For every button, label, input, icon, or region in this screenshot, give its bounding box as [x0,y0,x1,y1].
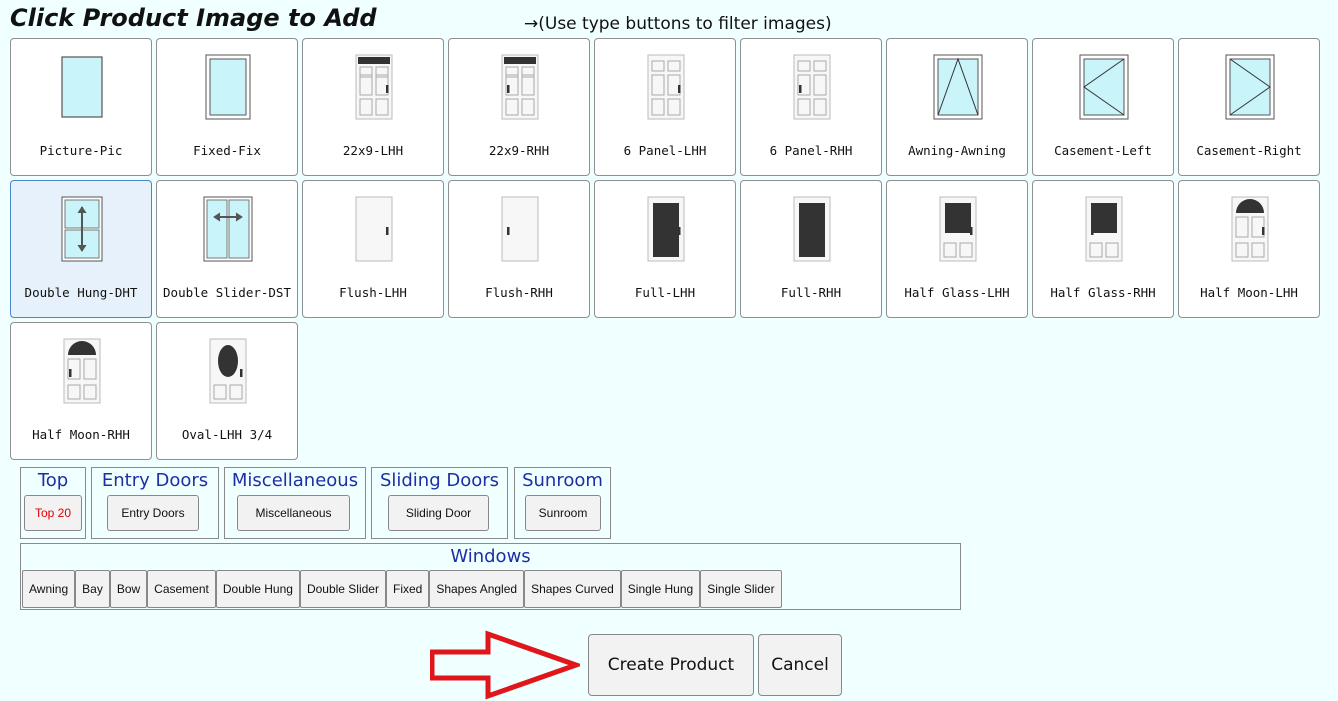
category-windows-title: Windows [450,546,531,567]
flush-door-left-icon [355,196,393,262]
windows-filter-button[interactable]: Fixed [385,570,430,608]
category-entry-doors: Entry Doors Entry Doors [91,467,219,539]
product-label: Double Hung-DHT [24,284,138,300]
top-20-button[interactable]: Top 20 [24,495,82,531]
category-sunroom-title: Sunroom [522,470,603,491]
fixed-window-icon [205,54,251,120]
oval-door-left-icon [209,338,247,404]
double-hung-window-icon [61,196,103,262]
category-miscellaneous-title: Miscellaneous [231,470,359,491]
product-label: Half Glass-LHH [904,284,1010,300]
product-tile[interactable]: Half Moon-RHH [10,322,152,460]
product-tile[interactable]: Casement-Right [1178,38,1320,176]
cancel-button[interactable]: Cancel [758,634,842,696]
product-tile[interactable]: Full-LHH [594,180,736,318]
half-moon-door-left-icon [1231,196,1269,262]
product-tile[interactable]: Double Slider-DST [156,180,298,318]
casement-left-window-icon [1079,54,1129,120]
category-sunroom: Sunroom Sunroom [514,467,611,539]
product-tile[interactable]: 6 Panel-RHH [740,38,882,176]
product-label: Full-LHH [634,284,696,300]
product-label: 22x9-LHH [342,142,404,158]
windows-filter-button[interactable]: Single Slider [700,570,782,608]
filter-hint: →(Use type buttons to filter images) [524,14,832,34]
product-label: Half Moon-RHH [32,426,130,442]
product-image-grid: Picture-Pic Fixed-Fix 22x9-LHH 22x9-RHH 6 Pa… [10,38,1320,460]
product-tile[interactable]: Awning-Awning [886,38,1028,176]
product-tile[interactable]: 22x9-RHH [448,38,590,176]
product-label: Picture-Pic [39,142,123,158]
product-tile[interactable]: 22x9-LHH [302,38,444,176]
product-tile[interactable]: Half Glass-RHH [1032,180,1174,318]
red-arrow-icon [430,630,580,700]
category-miscellaneous: Miscellaneous Miscellaneous [224,467,366,539]
product-label: Flush-LHH [339,284,407,300]
half-glass-door-right-icon [1085,196,1123,262]
sunroom-button[interactable]: Sunroom [525,495,601,531]
product-label: Double Slider-DST [163,284,291,300]
half-moon-door-right-icon [63,338,101,404]
category-sliding-doors: Sliding Doors Sliding Door [371,467,508,539]
half-glass-door-left-icon [939,196,977,262]
picture-window-icon [61,56,103,118]
product-tile[interactable]: Picture-Pic [10,38,152,176]
product-label: 22x9-RHH [488,142,550,158]
windows-filter-button[interactable]: Bay [75,570,110,608]
product-tile[interactable]: Oval-LHH 3/4 [156,322,298,460]
category-top-title: Top [37,470,69,491]
double-slider-window-icon [203,196,253,262]
product-label: Flush-RHH [485,284,553,300]
casement-right-window-icon [1225,54,1275,120]
full-glass-door-right-icon [793,196,831,262]
windows-filter-button[interactable]: Awning [22,570,76,608]
miscellaneous-button[interactable]: Miscellaneous [237,495,350,531]
product-label: 6 Panel-LHH [623,142,707,158]
category-top: Top Top 20 [20,467,86,539]
windows-filter-button[interactable]: Casement [147,570,216,608]
product-tile[interactable]: Half Moon-LHH [1178,180,1320,318]
door-6-panel-right-icon [793,54,831,120]
product-tile[interactable]: Full-RHH [740,180,882,318]
entry-doors-button[interactable]: Entry Doors [107,495,199,531]
product-tile[interactable]: Half Glass-LHH [886,180,1028,318]
product-tile[interactable]: 6 Panel-LHH [594,38,736,176]
windows-filter-button[interactable]: Bow [109,570,148,608]
windows-filter-button[interactable]: Shapes Angled [429,570,525,608]
product-label: 6 Panel-RHH [769,142,853,158]
windows-filter-buttons: Awning Bay Bow Casement Double Hung Double Sl… [22,570,782,608]
product-label: Casement-Left [1054,142,1152,158]
product-tile[interactable]: Flush-RHH [448,180,590,318]
product-label: Full-RHH [780,284,842,300]
door-6-panel-left-icon [647,54,685,120]
product-label: Half Moon-LHH [1200,284,1298,300]
product-tile[interactable]: Fixed-Fix [156,38,298,176]
door-22x9-right-icon [501,54,539,120]
product-label: Half Glass-RHH [1050,284,1156,300]
category-sliding-doors-title: Sliding Doors [379,470,500,491]
product-tile[interactable]: Flush-LHH [302,180,444,318]
category-windows: Windows Awning Bay Bow Casement Double Hung D… [20,543,961,610]
product-label: Oval-LHH 3/4 [181,426,273,442]
product-label: Awning-Awning [908,142,1006,158]
windows-filter-button[interactable]: Double Hung [215,570,300,608]
door-22x9-left-icon [355,54,393,120]
windows-filter-button[interactable]: Double Slider [299,570,386,608]
product-tile[interactable]: Double Hung-DHT [10,180,152,318]
windows-filter-button[interactable]: Shapes Curved [524,570,621,608]
product-label: Fixed-Fix [193,142,261,158]
create-product-button[interactable]: Create Product [588,634,754,696]
product-label: Casement-Right [1196,142,1302,158]
category-entry-doors-title: Entry Doors [101,470,209,491]
full-glass-door-left-icon [647,196,685,262]
awning-window-icon [933,54,983,120]
product-tile[interactable]: Casement-Left [1032,38,1174,176]
flush-door-right-icon [501,196,539,262]
windows-filter-button[interactable]: Single Hung [620,570,701,608]
sliding-door-button[interactable]: Sliding Door [388,495,489,531]
page-title: Click Product Image to Add [10,4,377,32]
